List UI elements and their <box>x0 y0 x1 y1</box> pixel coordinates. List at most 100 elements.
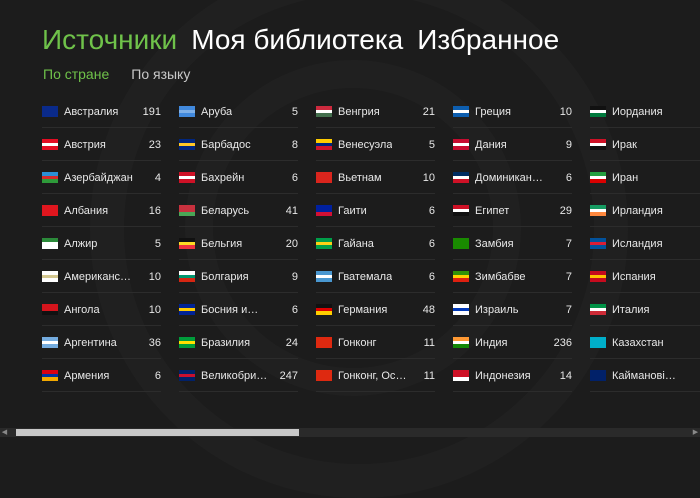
flag-icon <box>316 238 332 249</box>
country-item[interactable]: Гайана 6 <box>316 228 435 260</box>
flag-icon <box>316 271 332 282</box>
country-item[interactable]: Бельгия 20 <box>179 228 298 260</box>
flag-icon <box>42 304 58 315</box>
flag-icon <box>42 205 58 216</box>
header-tabs: Источники Моя библиотека Избранное <box>42 22 559 58</box>
flag-icon <box>453 271 469 282</box>
flag-icon <box>453 139 469 150</box>
tab-sources[interactable]: Источники <box>42 22 177 58</box>
flag-icon <box>42 139 58 150</box>
country-item[interactable]: Иран <box>590 162 700 194</box>
horizontal-scrollbar[interactable]: ◀ ▶ <box>0 428 700 437</box>
filter-tabs: По стране По языку <box>43 66 190 82</box>
country-name: Бразилия <box>201 336 251 349</box>
country-item[interactable]: Австралия 191 <box>42 96 161 128</box>
tab-by-language[interactable]: По языку <box>131 66 190 82</box>
country-item[interactable]: Индонезия 14 <box>453 360 572 392</box>
country-item[interactable]: Венгрия 21 <box>316 96 435 128</box>
flag-icon <box>42 172 58 183</box>
country-item[interactable]: Замбия 7 <box>453 228 572 260</box>
country-item[interactable]: Испания <box>590 261 700 293</box>
country-item[interactable]: Ангола 10 <box>42 294 161 326</box>
source-count: 6 <box>291 171 298 184</box>
country-name: Гватемала <box>338 270 393 283</box>
country-item[interactable]: Барбадос 8 <box>179 129 298 161</box>
tab-my-library[interactable]: Моя библиотека <box>191 22 403 58</box>
country-item[interactable]: Беларусь 41 <box>179 195 298 227</box>
country-name: Американские… <box>64 270 135 283</box>
country-item[interactable]: Германия 48 <box>316 294 435 326</box>
flag-icon <box>179 238 195 249</box>
scrollbar-thumb[interactable] <box>16 429 299 436</box>
country-item[interactable]: Венесуэла 5 <box>316 129 435 161</box>
flag-icon <box>453 172 469 183</box>
country-name: Барбадос <box>201 138 251 151</box>
country-item[interactable]: Доминиканская… 6 <box>453 162 572 194</box>
country-item[interactable]: Великобритания 247 <box>179 360 298 392</box>
country-name: Ирак <box>612 138 637 151</box>
tab-favorites[interactable]: Избранное <box>417 22 559 58</box>
country-item[interactable]: Гонконг, Особый… 11 <box>316 360 435 392</box>
country-item[interactable]: Бахрейн 6 <box>179 162 298 194</box>
source-count: 29 <box>559 204 572 217</box>
source-count: 14 <box>559 369 572 382</box>
country-item[interactable]: Бразилия 24 <box>179 327 298 359</box>
country-name: Кайманові… <box>612 369 676 382</box>
country-name: Индия <box>475 336 508 349</box>
country-name: Гайана <box>338 237 374 250</box>
flag-icon <box>316 304 332 315</box>
country-item[interactable]: Индия 236 <box>453 327 572 359</box>
country-item[interactable]: Египет 29 <box>453 195 572 227</box>
country-item[interactable]: Гонконг 11 <box>316 327 435 359</box>
country-item[interactable]: Аруба 5 <box>179 96 298 128</box>
tab-by-country[interactable]: По стране <box>43 66 109 82</box>
flag-icon <box>316 106 332 117</box>
country-item[interactable]: Болгария 9 <box>179 261 298 293</box>
country-item[interactable]: Вьетнам 10 <box>316 162 435 194</box>
country-item[interactable]: Американские… 10 <box>42 261 161 293</box>
source-count: 191 <box>142 105 161 118</box>
country-item[interactable]: Гватемала 6 <box>316 261 435 293</box>
source-count: 10 <box>148 270 161 283</box>
flag-icon <box>179 304 195 315</box>
country-grid: Австралия 191 Австрия 23 Азербайджан 4 Албания… <box>42 96 700 392</box>
country-item[interactable]: Израиль 7 <box>453 294 572 326</box>
country-name: Италия <box>612 303 650 316</box>
country-item[interactable]: Армения 6 <box>42 360 161 392</box>
source-count: 6 <box>428 270 435 283</box>
country-item[interactable]: Аргентина 36 <box>42 327 161 359</box>
country-name: Гонконг <box>338 336 377 349</box>
country-item[interactable]: Ирак <box>590 129 700 161</box>
country-item[interactable]: Босния и… 6 <box>179 294 298 326</box>
source-count: 6 <box>428 237 435 250</box>
country-item[interactable]: Гаити 6 <box>316 195 435 227</box>
country-item[interactable]: Италия <box>590 294 700 326</box>
source-count: 24 <box>285 336 298 349</box>
country-item[interactable]: Греция 10 <box>453 96 572 128</box>
scroll-right-icon[interactable]: ▶ <box>691 428 700 437</box>
country-item[interactable]: Кайманові… <box>590 360 700 392</box>
country-item[interactable]: Казахстан <box>590 327 700 359</box>
country-item[interactable]: Исландия <box>590 228 700 260</box>
flag-icon <box>590 271 606 282</box>
country-item[interactable]: Ирландия5 <box>590 195 700 227</box>
country-name: Босния и… <box>201 303 259 316</box>
flag-icon <box>590 304 606 315</box>
flag-icon <box>179 172 195 183</box>
country-item[interactable]: Австрия 23 <box>42 129 161 161</box>
country-name: Исландия <box>612 237 663 250</box>
source-count: 236 <box>553 336 572 349</box>
country-item[interactable]: Иордания <box>590 96 700 128</box>
country-item[interactable]: Зимбабве 7 <box>453 261 572 293</box>
flag-icon <box>316 370 332 381</box>
country-item[interactable]: Азербайджан 4 <box>42 162 161 194</box>
flag-icon <box>590 139 606 150</box>
flag-icon <box>179 106 195 117</box>
country-item[interactable]: Дания 9 <box>453 129 572 161</box>
country-item[interactable]: Албания 16 <box>42 195 161 227</box>
country-name: Албания <box>64 204 109 217</box>
country-name: Гаити <box>338 204 367 217</box>
scroll-left-icon[interactable]: ◀ <box>0 428 9 437</box>
country-item[interactable]: Алжир 5 <box>42 228 161 260</box>
source-count: 9 <box>291 270 298 283</box>
